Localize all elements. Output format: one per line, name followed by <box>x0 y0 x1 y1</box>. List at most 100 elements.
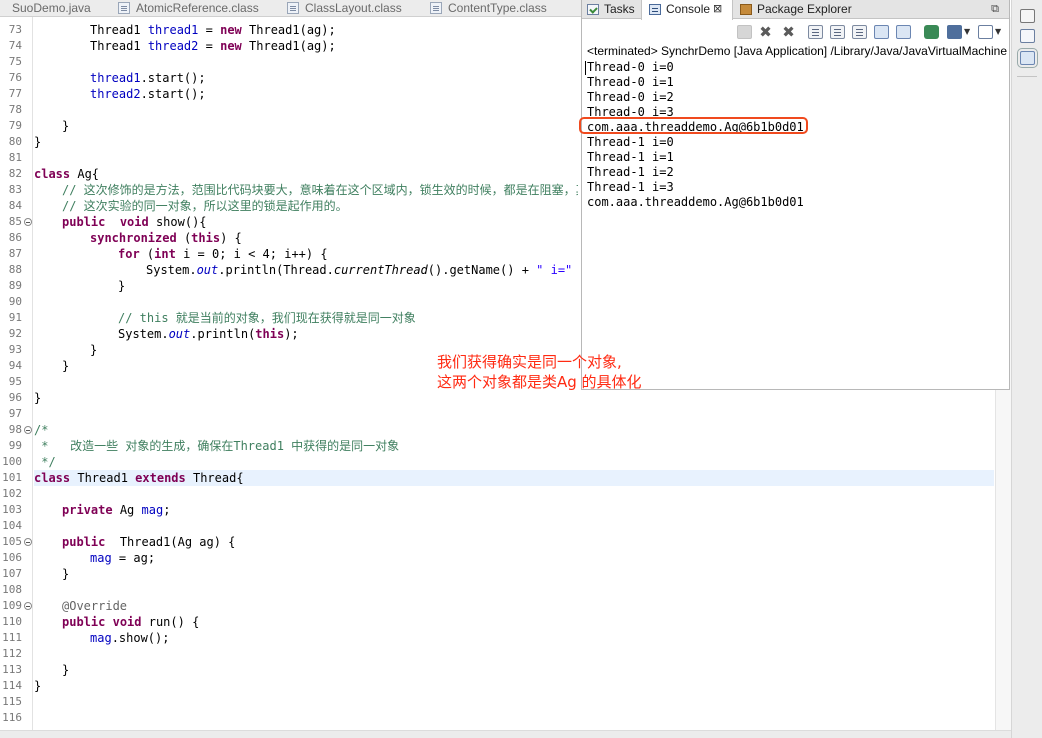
code-line-80: } <box>34 135 42 149</box>
scroll-lock-icon[interactable] <box>830 25 845 39</box>
line-number-gutter: 73 74 75 76 77 78 79 80 81 82 83 84 85 86 87 88 89 90 91 92… <box>0 17 33 730</box>
terminate-icon[interactable] <box>737 25 752 39</box>
line-number: 79 <box>8 119 22 132</box>
line-number: 115 <box>2 695 22 708</box>
console-icon[interactable] <box>1017 48 1038 68</box>
tab-console-label: Console <box>666 2 711 16</box>
close-icon[interactable]: ⊠ <box>713 2 722 15</box>
line-number: 92 <box>8 327 22 340</box>
line-number: 80 <box>8 135 22 148</box>
line-number: 109 <box>2 599 22 612</box>
line-number: 106 <box>2 551 22 564</box>
code-line-114: } <box>34 679 42 693</box>
code-line-74: Thread1 thread2 = new Thread1(ag); <box>90 39 336 53</box>
fold-toggle-icon[interactable] <box>24 218 32 226</box>
code-line-101: class Thread1 extends Thread{ <box>34 471 244 485</box>
line-number: 90 <box>8 295 22 308</box>
show-console-on-output-icon[interactable] <box>874 25 889 39</box>
console-output-line: com.aaa.threaddemo.Ag@6b1b0d01 <box>587 195 804 209</box>
open-console-icon[interactable] <box>978 25 993 39</box>
console-output-line: Thread-0 i=0 <box>587 60 674 74</box>
code-line-89: } <box>118 279 126 293</box>
code-line-100: */ <box>34 455 56 469</box>
tab-tasks[interactable]: Tasks <box>587 0 635 19</box>
right-trim-stack <box>1011 0 1042 738</box>
code-line-86: synchronized (this) { <box>90 231 242 245</box>
console-output-line: Thread-0 i=2 <box>587 90 674 104</box>
highlight-box <box>579 117 808 134</box>
fold-toggle-icon[interactable] <box>24 426 32 434</box>
tab-package-explorer[interactable]: Package Explorer <box>740 0 852 19</box>
editor-tab-label: SuoDemo.java <box>12 1 91 15</box>
code-line-76: thread1.start(); <box>90 71 206 85</box>
console-toolbar: ✖ ✖ ▼ ▼ <box>582 19 1009 45</box>
class-file-icon <box>118 2 130 14</box>
tab-tasks-label: Tasks <box>604 2 635 16</box>
remove-all-terminated-icon[interactable]: ✖ <box>781 25 796 40</box>
remove-launch-icon[interactable]: ✖ <box>758 25 773 40</box>
line-number: 81 <box>8 151 22 164</box>
line-number: 98 <box>8 423 22 436</box>
code-line-79: } <box>62 119 70 133</box>
line-number: 83 <box>8 183 22 196</box>
line-number: 93 <box>8 343 22 356</box>
chevron-down-icon[interactable]: ▼ <box>995 27 1001 36</box>
pin-console-icon[interactable] <box>924 25 939 39</box>
line-number: 99 <box>8 439 22 452</box>
line-number: 91 <box>8 311 22 324</box>
code-line-84: // 这次实验的同一对象，所以这里的锁是起作用的。 <box>62 199 348 213</box>
chevron-down-icon[interactable]: ▼ <box>964 27 970 36</box>
line-number: 84 <box>8 199 22 212</box>
fold-toggle-icon[interactable] <box>24 602 32 610</box>
class-file-icon <box>287 2 299 14</box>
line-number: 77 <box>8 87 22 100</box>
console-output-line: Thread-1 i=2 <box>587 165 674 179</box>
clear-console-icon[interactable] <box>808 25 823 39</box>
line-number: 86 <box>8 231 22 244</box>
line-number: 78 <box>8 103 22 116</box>
line-number: 105 <box>2 535 22 548</box>
console-icon <box>649 4 661 15</box>
restore-icon[interactable] <box>1020 9 1035 23</box>
line-number: 97 <box>8 407 22 420</box>
line-number: 112 <box>2 647 22 660</box>
code-line-111: mag.show(); <box>90 631 170 645</box>
display-selected-console-icon[interactable] <box>947 25 962 39</box>
console-output-line: Thread-1 i=0 <box>587 135 674 149</box>
restore-icon[interactable]: ⧉ <box>991 2 999 16</box>
line-number: 110 <box>2 615 22 628</box>
show-console-on-error-icon[interactable] <box>896 25 911 39</box>
code-line-106: mag = ag; <box>90 551 156 565</box>
line-number: 95 <box>8 375 22 388</box>
view-tab-bar: Tasks Console ⊠ Package Explorer ⧉ <box>582 0 1009 20</box>
code-line-82: class Ag{ <box>34 167 100 181</box>
tasks-icon[interactable] <box>1020 29 1035 43</box>
editor-bottom-border <box>0 730 1011 738</box>
editor-tab-label: AtomicReference.class <box>136 1 259 15</box>
editor-tab-label: ContentType.class <box>448 1 547 15</box>
line-number: 87 <box>8 247 22 260</box>
annotation-line-1: 我们获得确实是同一个对象, <box>437 353 622 371</box>
code-line-83: // 这次修饰的是方法，范围比代码块要大，意味着在这个区域内，锁生效的时候，都是… <box>62 183 578 197</box>
code-line-93: } <box>90 343 98 357</box>
line-number: 114 <box>2 679 22 692</box>
fold-toggle-icon[interactable] <box>24 538 32 546</box>
line-number: 89 <box>8 279 22 292</box>
line-number: 96 <box>8 391 22 404</box>
code-line-98: /* <box>34 423 49 437</box>
line-number: 94 <box>8 359 22 372</box>
code-line-110: public void run() { <box>62 615 200 629</box>
editor-tab-bar: SuoDemo.java AtomicReference.class Class… <box>0 0 582 17</box>
line-number: 104 <box>2 519 22 532</box>
line-number: 76 <box>8 71 22 84</box>
editor-tab-atomicreference[interactable]: AtomicReference.class <box>118 0 259 16</box>
line-number: 107 <box>2 567 22 580</box>
editor-tab-classlayout[interactable]: ClassLayout.class <box>287 0 402 16</box>
word-wrap-icon[interactable] <box>852 25 867 39</box>
code-line-87: for (int i = 0; i < 4; i++) { <box>118 247 328 261</box>
line-number: 108 <box>2 583 22 596</box>
code-line-96: } <box>34 391 42 405</box>
tasks-icon <box>587 4 599 15</box>
editor-tab-contenttype[interactable]: ContentType.class <box>430 0 547 16</box>
editor-tab-suodemo[interactable]: SuoDemo.java <box>12 0 91 16</box>
